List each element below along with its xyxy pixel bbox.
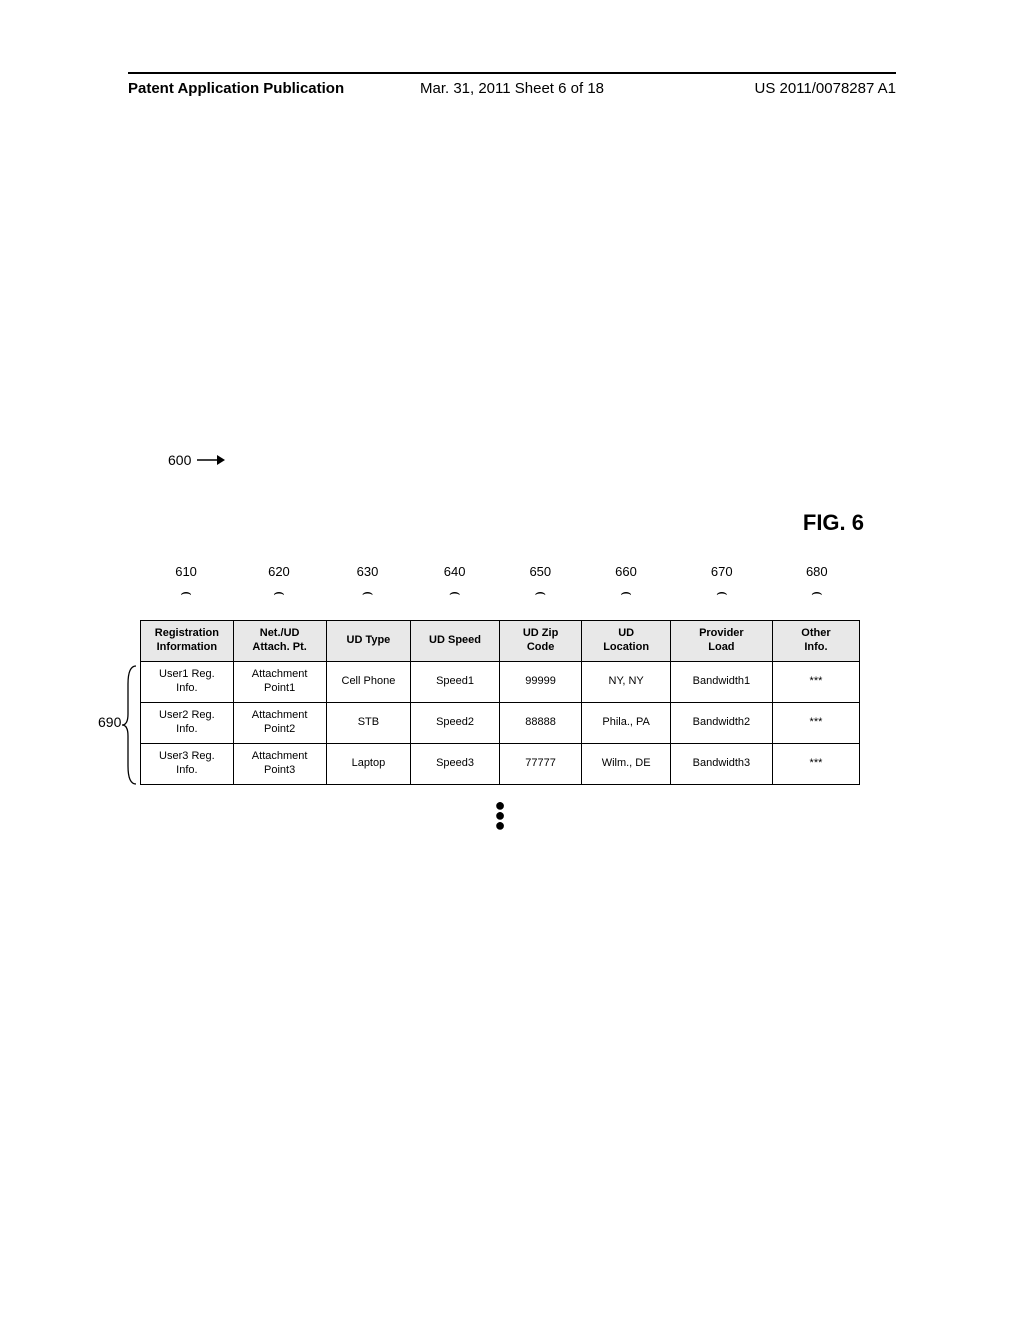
- page-header: Patent Application Publication Mar. 31, …: [128, 72, 896, 97]
- cell: Laptop: [326, 744, 411, 785]
- cell: NY, NY: [582, 662, 670, 703]
- cell: ***: [772, 744, 859, 785]
- cell: Speed2: [411, 703, 499, 744]
- col-ref-640: 640: [415, 564, 495, 579]
- th-ud-speed: UD Speed: [411, 621, 499, 662]
- cell: Phila., PA: [582, 703, 670, 744]
- cell: Speed1: [411, 662, 499, 703]
- cell: Bandwidth2: [670, 703, 772, 744]
- cell: AttachmentPoint1: [233, 662, 326, 703]
- col-ref-660: 660: [586, 564, 666, 579]
- col-ref-650: 650: [500, 564, 580, 579]
- th-ud-type: UD Type: [326, 621, 411, 662]
- col-ref-610: 610: [146, 564, 226, 579]
- th-ud-zip: UD ZipCode: [499, 621, 582, 662]
- col-ref-680: 680: [777, 564, 857, 579]
- col-ref-630: 630: [328, 564, 408, 579]
- row-group-ref-690: 690: [98, 714, 121, 730]
- header-doc-number: US 2011/0078287 A1: [754, 80, 896, 97]
- cell: 88888: [499, 703, 582, 744]
- cell: AttachmentPoint2: [233, 703, 326, 744]
- figure-6: 600 FIG. 6 610 ⌢ 620 ⌢ 630 ⌢ 640 ⌢ 650 ⌢…: [140, 480, 860, 785]
- data-table: RegistrationInformation Net./UDAttach. P…: [140, 620, 860, 785]
- cell: User2 Reg.Info.: [141, 703, 234, 744]
- paren-icon: ⌢: [273, 582, 285, 603]
- figure-title: FIG. 6: [803, 510, 864, 536]
- paren-icon: ⌢: [716, 582, 728, 603]
- paren-icon: ⌢: [180, 582, 192, 603]
- cell: User3 Reg.Info.: [141, 744, 234, 785]
- cell: Bandwidth3: [670, 744, 772, 785]
- cell: STB: [326, 703, 411, 744]
- paren-icon: ⌢: [811, 582, 823, 603]
- th-other-info: OtherInfo.: [772, 621, 859, 662]
- arrow-icon: [197, 453, 225, 467]
- table-row: User1 Reg.Info. AttachmentPoint1 Cell Ph…: [141, 662, 860, 703]
- cell: User1 Reg.Info.: [141, 662, 234, 703]
- cell: ***: [772, 662, 859, 703]
- cell: Cell Phone: [326, 662, 411, 703]
- column-ref-labels: 610 ⌢ 620 ⌢ 630 ⌢ 640 ⌢ 650 ⌢ 660 ⌢ 670 …: [140, 564, 860, 620]
- cell: Speed3: [411, 744, 499, 785]
- paren-icon: ⌢: [362, 582, 374, 603]
- vertical-ellipsis-icon: ●●●: [495, 800, 506, 830]
- col-ref-620: 620: [239, 564, 319, 579]
- paren-icon: ⌢: [449, 582, 461, 603]
- cell: AttachmentPoint3: [233, 744, 326, 785]
- figure-reference-600: 600: [168, 452, 225, 468]
- paren-icon: ⌢: [534, 582, 546, 603]
- cell: Bandwidth1: [670, 662, 772, 703]
- paren-icon: ⌢: [620, 582, 632, 603]
- table-body: User1 Reg.Info. AttachmentPoint1 Cell Ph…: [141, 662, 860, 785]
- th-registration-info: RegistrationInformation: [141, 621, 234, 662]
- cell: ***: [772, 703, 859, 744]
- table-row: User2 Reg.Info. AttachmentPoint2 STB Spe…: [141, 703, 860, 744]
- table-row: User3 Reg.Info. AttachmentPoint3 Laptop …: [141, 744, 860, 785]
- th-net-ud-attach: Net./UDAttach. Pt.: [233, 621, 326, 662]
- ref-label-600: 600: [168, 452, 191, 468]
- header-date-sheet: Mar. 31, 2011 Sheet 6 of 18: [420, 80, 604, 97]
- table-header-row: RegistrationInformation Net./UDAttach. P…: [141, 621, 860, 662]
- cell: 99999: [499, 662, 582, 703]
- header-publication: Patent Application Publication: [128, 80, 344, 97]
- cell: Wilm., DE: [582, 744, 670, 785]
- th-ud-location: UDLocation: [582, 621, 670, 662]
- col-ref-670: 670: [682, 564, 762, 579]
- brace-icon: [122, 664, 138, 786]
- cell: 77777: [499, 744, 582, 785]
- th-provider-load: ProviderLoad: [670, 621, 772, 662]
